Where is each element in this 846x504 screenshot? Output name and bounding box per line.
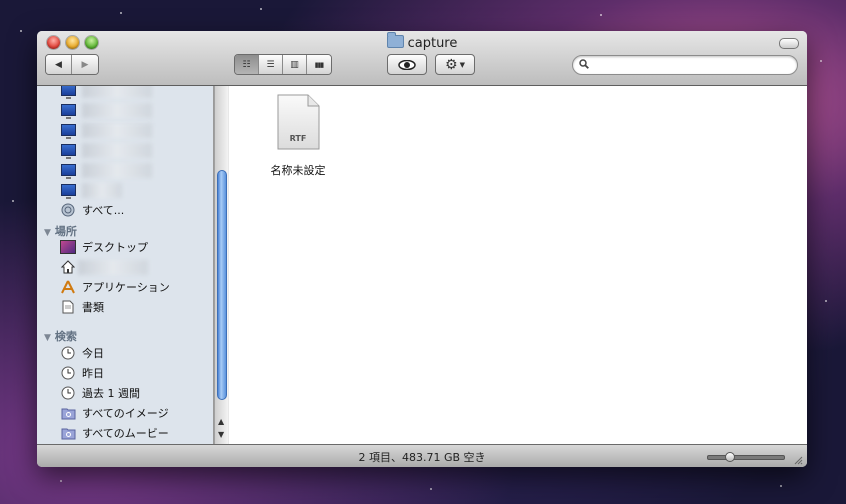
documents-icon <box>62 300 74 314</box>
sidebar-item-label: すべて... <box>82 204 125 217</box>
sidebar-item-label: すべてのイメージ <box>82 407 169 420</box>
column-view-button[interactable]: ▥ <box>283 55 307 74</box>
redacted-label <box>82 182 122 198</box>
coverflow-view-button[interactable]: ▮▮▮ <box>307 55 331 74</box>
sidebar-item-applications[interactable]: アプリケーション <box>37 277 170 297</box>
quick-look-button[interactable] <box>387 54 427 75</box>
slider-knob[interactable] <box>725 452 735 462</box>
sidebar-item-label: 書類 <box>82 301 104 314</box>
file-browser-area[interactable]: RTF 名称未設定 <box>229 86 807 444</box>
redacted-label <box>82 102 152 118</box>
disclosure-triangle-icon: ▼ <box>44 333 51 343</box>
monitor-icon <box>60 184 76 199</box>
sidebar-item-label: 今日 <box>82 347 104 360</box>
clock-icon <box>61 386 75 400</box>
clock-icon <box>61 366 75 380</box>
file-badge: RTF <box>290 134 307 143</box>
status-bar: 2 項目、483.71 GB 空き <box>37 444 807 467</box>
chevron-down-icon: ▼ <box>459 60 465 69</box>
back-arrow-icon: ◀ <box>55 59 62 70</box>
action-menu-button[interactable]: ⚙ ▼ <box>435 54 475 75</box>
search-input[interactable] <box>595 57 795 75</box>
sidebar-device-item[interactable] <box>37 160 152 180</box>
sidebar-item-label: すべてのムービー <box>82 427 169 440</box>
desktop-icon <box>60 240 76 254</box>
status-text: 2 項目、483.71 GB 空き <box>358 451 486 464</box>
globe-icon <box>61 203 75 217</box>
forward-button[interactable]: ▶ <box>72 55 98 74</box>
view-mode-control: ☷ ☰ ▥ ▮▮▮ <box>234 54 332 75</box>
sidebar-item-label: アプリケーション <box>82 281 170 294</box>
redacted-label <box>82 162 152 178</box>
gear-icon: ⚙ <box>445 56 458 73</box>
rtf-document-icon: RTF <box>277 94 320 150</box>
sidebar-item-all-images[interactable]: すべてのイメージ <box>37 403 169 423</box>
folder-icon <box>386 32 404 48</box>
clock-icon <box>61 346 75 360</box>
toolbar-toggle-button[interactable] <box>779 38 799 49</box>
window-title: capture <box>37 32 807 51</box>
smart-folder-icon <box>61 408 75 419</box>
finder-window: capture ◀ ▶ ☷ ☰ ▥ ▮▮▮ ⚙ ▼ すべて... ▼ 場所 デス… <box>37 31 807 467</box>
sidebar-device-item[interactable] <box>37 86 152 100</box>
smart-folder-icon <box>61 428 75 439</box>
sidebar-item-desktop[interactable]: デスクトップ <box>37 237 148 257</box>
back-forward-control: ◀ ▶ <box>45 54 99 75</box>
home-icon <box>61 260 75 274</box>
applications-icon <box>61 280 75 294</box>
forward-arrow-icon: ▶ <box>81 59 89 70</box>
scroll-down-arrow-icon[interactable]: ▼ <box>218 430 224 439</box>
list-view-button[interactable]: ☰ <box>259 55 283 74</box>
sidebar-device-item[interactable] <box>37 180 122 200</box>
monitor-icon <box>60 86 76 99</box>
monitor-icon <box>60 104 76 119</box>
sidebar-item-home[interactable] <box>37 257 148 277</box>
redacted-label <box>82 142 152 158</box>
search-field[interactable] <box>572 55 798 75</box>
icon-view-button[interactable]: ☷ <box>235 55 259 74</box>
sidebar-item-label: 過去 1 週間 <box>82 387 140 400</box>
monitor-icon <box>60 124 76 139</box>
scroll-up-arrow-icon[interactable]: ▲ <box>218 417 224 426</box>
coverflow-view-icon: ▮▮▮ <box>314 60 325 69</box>
sidebar: すべて... ▼ 場所 デスクトップ アプリケーション 書類 ▼ 検索 今日 昨日 <box>37 86 214 444</box>
sidebar-item-label: 昨日 <box>82 367 104 380</box>
redacted-label <box>78 259 148 275</box>
toolbar: capture ◀ ▶ ☷ ☰ ▥ ▮▮▮ ⚙ ▼ <box>37 31 807 86</box>
list-view-icon: ☰ <box>266 59 275 70</box>
file-name: 名称未設定 <box>270 164 326 177</box>
sidebar-item-past-week[interactable]: 過去 1 週間 <box>37 383 140 403</box>
icon-size-slider[interactable] <box>707 452 785 462</box>
sidebar-item-all-movies[interactable]: すべてのムービー <box>37 423 169 443</box>
sidebar-item-today[interactable]: 今日 <box>37 343 104 363</box>
sidebar-device-item[interactable] <box>37 100 152 120</box>
sidebar-device-item[interactable] <box>37 120 152 140</box>
monitor-icon <box>60 164 76 179</box>
sidebar-scrollbar[interactable]: ▲ ▼ <box>214 86 228 444</box>
back-button[interactable]: ◀ <box>46 55 72 74</box>
eye-icon <box>398 59 416 70</box>
column-view-icon: ▥ <box>290 59 299 70</box>
sidebar-item-yesterday[interactable]: 昨日 <box>37 363 104 383</box>
scroll-thumb[interactable] <box>217 170 227 400</box>
search-header[interactable]: ▼ 検索 <box>44 328 77 344</box>
sidebar-device-item[interactable] <box>37 140 152 160</box>
sidebar-item-all[interactable]: すべて... <box>37 200 124 220</box>
resize-grip-icon[interactable] <box>793 455 803 465</box>
redacted-label <box>82 86 152 98</box>
monitor-icon <box>60 144 76 159</box>
sidebar-item-label: デスクトップ <box>82 241 148 254</box>
sidebar-item-documents[interactable]: 書類 <box>37 297 104 317</box>
icon-view-icon: ☷ <box>242 59 251 70</box>
redacted-label <box>82 122 152 138</box>
search-icon <box>579 59 589 69</box>
